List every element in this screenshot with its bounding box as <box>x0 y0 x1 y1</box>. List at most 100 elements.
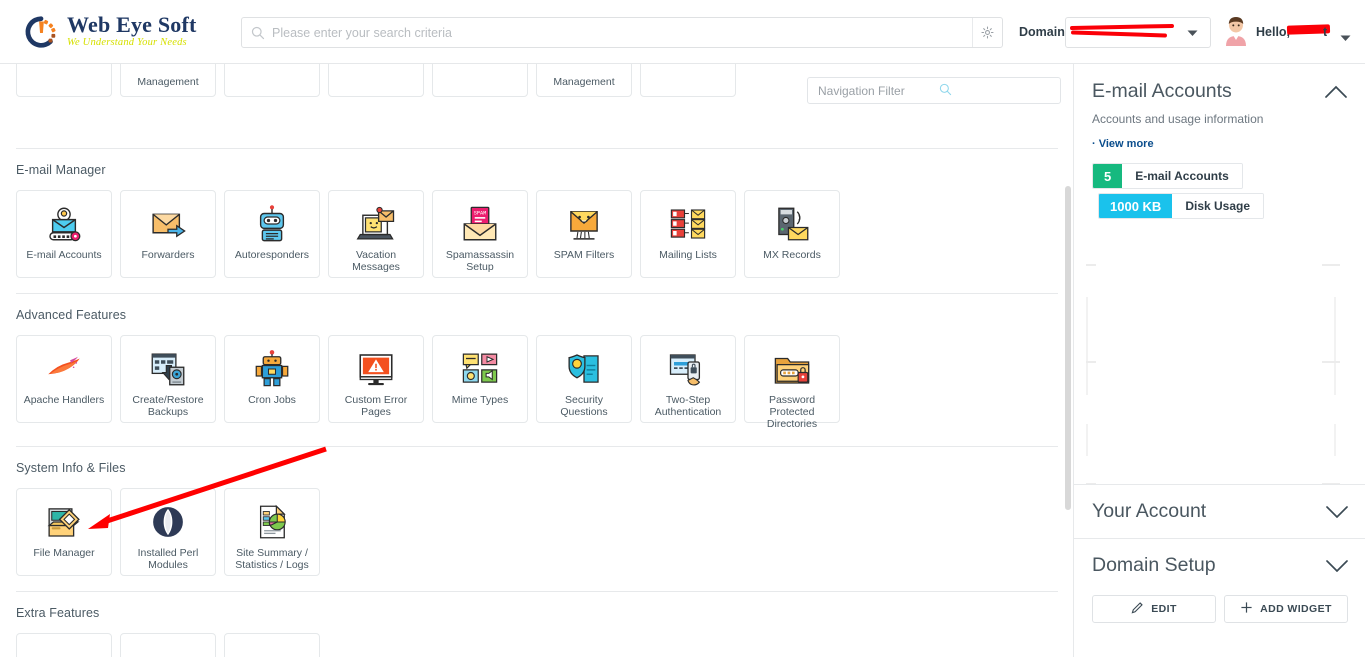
card-row: E-mail Accounts Forwarders Autoresponder… <box>16 190 1058 278</box>
app-card-label: Mime Types <box>451 394 509 406</box>
autoresponders-icon <box>251 203 293 245</box>
app-card-spamassassin-setup[interactable]: SPAM Spamassassin Setup <box>432 190 528 278</box>
app-card-label: MX Records <box>763 249 821 261</box>
extra-feature-3-icon <box>251 646 293 657</box>
web-eye-soft-logo-icon <box>22 13 60 51</box>
spamassassin-setup-icon: SPAM <box>459 203 501 245</box>
app-card-label: Vacation Messages <box>352 249 400 273</box>
section-divider <box>16 446 1058 447</box>
extra-feature-2-icon <box>147 646 189 657</box>
app-card-create-restore-backups[interactable]: Create/Restore Backups <box>120 335 216 423</box>
global-search[interactable]: Please enter your search criteria <box>241 17 1003 48</box>
app-card-extra-feature-3-icon[interactable] <box>224 633 320 657</box>
security-questions-icon <box>563 348 605 390</box>
section-title: Advanced Features <box>16 308 127 322</box>
app-card-forwarders[interactable]: Forwarders <box>120 190 216 278</box>
chevron-down-icon[interactable] <box>1326 559 1348 573</box>
app-card-label: File Manager <box>33 547 95 559</box>
app-card-vacation-messages[interactable]: Vacation Messages <box>328 190 424 278</box>
app-card-extra-feature-2-icon[interactable] <box>120 633 216 657</box>
chevron-up-icon[interactable] <box>1325 85 1347 98</box>
chevron-down-icon[interactable] <box>1326 505 1348 519</box>
app-card-label: SPAM Filters <box>553 249 615 261</box>
app-card-installed-perl-modules[interactable]: Installed Perl Modules <box>120 488 216 576</box>
search-input-placeholder[interactable]: Please enter your search criteria <box>272 26 972 40</box>
app-card-label: Security Questions <box>560 394 608 418</box>
navigation-filter-search-icon <box>939 83 1050 99</box>
app-card-spam-filters[interactable]: SPAM Filters <box>536 190 632 278</box>
card-row: Apache Handlers Create/Restore Backups C… <box>16 335 1058 430</box>
add-widget-button-label: ADD WIDGET <box>1260 603 1332 615</box>
section-advanced-features: Advanced Features Apache Handlers Create… <box>16 293 1058 430</box>
content-scrollbar-thumb[interactable] <box>1065 186 1071 510</box>
navigation-filter-input[interactable]: Navigation Filter <box>807 77 1061 104</box>
app-card-site-summary-statistics-logs[interactable]: Site Summary / Statistics / Logs <box>224 488 320 576</box>
extra-feature-1-icon <box>43 646 85 657</box>
partial-card[interactable] <box>640 64 736 97</box>
stat-pill-disk-usage[interactable]: 1000 KB Disk Usage <box>1098 193 1265 219</box>
stat-label: E-mail Accounts <box>1122 164 1242 188</box>
brand-logo[interactable]: Web Eye Soft We Understand Your Needs <box>22 13 222 51</box>
app-card-file-manager[interactable]: File Manager <box>16 488 112 576</box>
create-restore-backups-icon <box>147 348 189 390</box>
avatar[interactable] <box>1224 16 1248 46</box>
stat-row-email-accounts: 5 E-mail Accounts <box>1092 163 1365 189</box>
partial-card[interactable] <box>432 64 528 97</box>
svg-text:SPAM: SPAM <box>474 210 487 216</box>
app-card-security-questions[interactable]: Security Questions <box>536 335 632 423</box>
app-card-custom-error-pages[interactable]: Custom Error Pages <box>328 335 424 423</box>
user-greeting-suffix: t <box>1323 25 1328 39</box>
app-card-label: Cron Jobs <box>248 394 296 406</box>
view-more-label: View more <box>1098 138 1154 150</box>
section-divider <box>16 591 1058 592</box>
edit-button[interactable]: EDIT <box>1092 595 1216 623</box>
partial-card[interactable] <box>328 64 424 97</box>
section-e-mail-manager: E-mail Manager E-mail Accounts Forwarder… <box>16 148 1058 278</box>
chevron-down-icon <box>1187 24 1198 42</box>
stat-value: 1000 KB <box>1099 194 1173 218</box>
content-scrollbar[interactable] <box>1063 64 1073 657</box>
partial-top-card-row: Management Management <box>16 64 736 97</box>
app-card-label: Installed Perl Modules <box>137 547 199 571</box>
section-divider <box>16 293 1058 294</box>
user-menu-chevron-down-icon[interactable] <box>1340 29 1351 47</box>
app-card-label: Create/Restore Backups <box>132 394 204 418</box>
app-card-extra-feature-1-icon[interactable] <box>16 633 112 657</box>
section-title: E-mail Manager <box>16 163 106 177</box>
app-card-password-protected-directories[interactable]: Password Protected Directories <box>744 335 840 430</box>
app-card-two-step-authentication[interactable]: Two-Step Authentication <box>640 335 736 423</box>
widget-header-email-accounts[interactable]: E-mail Accounts <box>1074 80 1365 103</box>
app-card-autoresponders[interactable]: Autoresponders <box>224 190 320 278</box>
search-settings-gear-icon[interactable] <box>972 18 1002 47</box>
partial-card[interactable]: Management <box>120 64 216 97</box>
add-widget-button[interactable]: ADD WIDGET <box>1224 595 1348 623</box>
app-card-cron-jobs[interactable]: Cron Jobs <box>224 335 320 423</box>
skeleton-line <box>1322 361 1340 363</box>
partial-card[interactable]: Management <box>536 64 632 97</box>
spam-filters-icon <box>563 203 605 245</box>
card-row: File Manager Installed Perl Modules Site… <box>16 488 1058 576</box>
partial-card[interactable] <box>16 64 112 97</box>
skeleton-line <box>1322 264 1340 266</box>
app-card-mime-types[interactable]: Mime Types <box>432 335 528 423</box>
search-icon <box>251 26 265 40</box>
site-summary-statistics-logs-icon <box>251 501 293 543</box>
sidebar-action-buttons: EDIT ADD WIDGET <box>1074 595 1365 623</box>
sidebar-section-your-account[interactable]: Your Account <box>1074 484 1365 538</box>
partial-card[interactable] <box>224 64 320 97</box>
stat-value: 5 <box>1093 164 1123 188</box>
sidebar-section-domain-setup[interactable]: Domain Setup <box>1074 538 1365 592</box>
card-row <box>16 633 1058 657</box>
brand-title: Web Eye Soft <box>67 12 197 38</box>
section-title: Your Account <box>1092 500 1207 522</box>
view-more-link[interactable]: · View more <box>1092 138 1365 150</box>
app-card-mailing-lists[interactable]: Mailing Lists <box>640 190 736 278</box>
app-card-mx-records[interactable]: MX Records <box>744 190 840 278</box>
stat-pill-email-accounts[interactable]: 5 E-mail Accounts <box>1092 163 1243 189</box>
app-card-apache-handlers[interactable]: Apache Handlers <box>16 335 112 423</box>
mailing-lists-icon <box>667 203 709 245</box>
domain-label: Domain <box>1019 25 1065 39</box>
skeleton-line <box>1086 361 1096 363</box>
section-extra-features: Extra Features <box>16 591 1058 657</box>
app-card-e-mail-accounts[interactable]: E-mail Accounts <box>16 190 112 278</box>
